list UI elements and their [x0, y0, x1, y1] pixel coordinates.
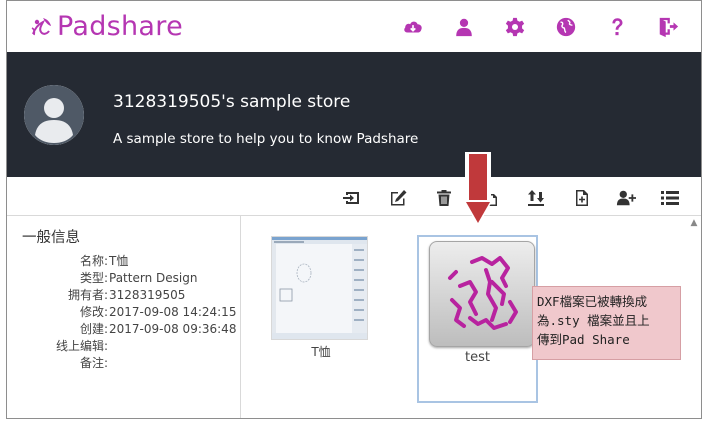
settings-button[interactable]: [502, 14, 528, 40]
cloud-download-icon: [404, 21, 422, 33]
info-row-name: 名称: T恤: [7, 253, 240, 269]
info-panel: 一般信息 名称: T恤 类型: Pattern Design 拥有者: 3128…: [7, 216, 241, 418]
file-thumbnail: [429, 241, 535, 347]
gear-icon: [505, 17, 525, 37]
top-bar: Padshare: [7, 1, 701, 52]
top-icon-bar: [375, 14, 681, 40]
user-button[interactable]: [451, 14, 477, 40]
file-item-tshirt[interactable]: T恤: [271, 236, 371, 360]
info-key: 修改:: [79, 305, 108, 319]
info-value: T恤: [109, 254, 129, 268]
upload-download-icon: [528, 190, 544, 206]
scroll-up-arrow[interactable]: ▲: [687, 216, 701, 230]
info-row-online-edit: 线上编辑:: [7, 338, 240, 354]
file-item-test[interactable]: test: [417, 235, 538, 403]
annotation-arrow-down-icon: [463, 152, 493, 226]
logout-icon: [659, 17, 679, 38]
info-value: Pattern Design: [109, 271, 198, 285]
annotation-text-line: 傳到Pad Share: [537, 332, 630, 347]
trash-icon: [437, 190, 451, 206]
globe-icon: [556, 17, 576, 37]
edit-button[interactable]: [386, 187, 410, 209]
logout-button[interactable]: [655, 14, 681, 40]
info-key: 名称:: [79, 254, 108, 268]
file-toolbar: [7, 177, 701, 216]
avatar[interactable]: [24, 85, 84, 145]
list-view-button[interactable]: [658, 187, 682, 209]
logo-mark-icon: [31, 17, 51, 35]
help-button[interactable]: [604, 14, 630, 40]
store-name: 3128319505's sample store: [113, 92, 351, 112]
cloud-download-button[interactable]: [400, 14, 426, 40]
info-value: 2017-09-08 14:24:15: [109, 305, 237, 319]
logo[interactable]: Padshare: [29, 11, 183, 42]
file-label: test: [465, 350, 490, 365]
language-button[interactable]: [553, 14, 579, 40]
delete-button[interactable]: [432, 187, 456, 209]
store-description: A sample store to help you to know Padsh…: [113, 131, 419, 147]
sty-pattern-icon: [448, 256, 518, 330]
file-thumbnail: [271, 236, 368, 340]
annotation-text-line: DXF檔案已被轉換成: [537, 294, 648, 309]
transfer-button[interactable]: [524, 187, 548, 209]
file-label: T恤: [311, 345, 331, 359]
info-value: 2017-09-08 09:36:48: [109, 322, 237, 336]
add-user-icon: [616, 190, 636, 206]
info-row-modified: 修改: 2017-09-08 14:24:15: [7, 304, 240, 320]
pattern-software-screenshot-thumbnail: [272, 237, 367, 339]
store-banner: 3128319505's sample store A sample store…: [7, 52, 701, 177]
user-icon: [456, 18, 472, 37]
help-icon: [612, 18, 623, 36]
info-key: 线上编辑:: [55, 339, 108, 353]
info-key: 备注:: [79, 356, 108, 370]
info-key: 拥有者:: [67, 288, 108, 302]
avatar-person-icon: [24, 85, 84, 145]
edit-icon: [391, 190, 407, 206]
logo-text: Padshare: [57, 11, 183, 42]
annotation-callout: DXF檔案已被轉換成 為.sty 檔案並且上 傳到Pad Share: [532, 286, 681, 360]
move-to-icon: [343, 192, 359, 204]
info-title: 一般信息: [22, 230, 80, 246]
annotation-text-line: 為.sty 檔案並且上: [537, 313, 650, 328]
info-key: 类型:: [79, 271, 108, 285]
info-key: 创建:: [79, 322, 108, 336]
new-file-icon: [576, 190, 588, 206]
new-file-button[interactable]: [570, 187, 594, 209]
info-row-owner: 拥有者: 3128319505: [7, 287, 240, 303]
add-user-button[interactable]: [614, 187, 638, 209]
info-row-created: 创建: 2017-09-08 09:36:48: [7, 321, 240, 337]
info-row-notes: 备注:: [7, 355, 240, 371]
move-button[interactable]: [340, 187, 364, 209]
list-icon: [661, 191, 679, 205]
info-value: 3128319505: [109, 288, 186, 302]
info-row-type: 类型: Pattern Design: [7, 270, 240, 286]
